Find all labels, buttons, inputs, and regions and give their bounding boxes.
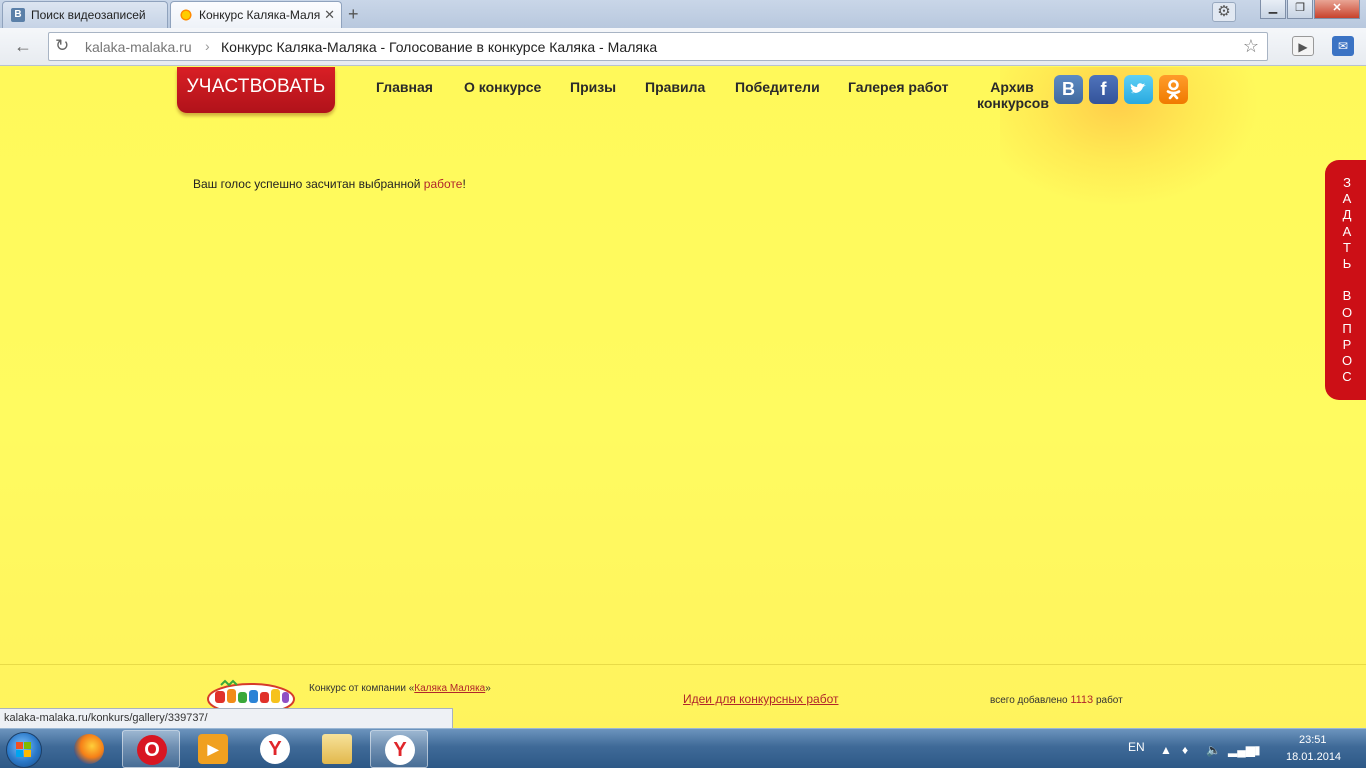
- start-button[interactable]: [6, 732, 42, 768]
- back-arrow-icon[interactable]: ←: [14, 36, 32, 56]
- close-window-button[interactable]: ✕: [1314, 0, 1360, 19]
- tray-expand-icon[interactable]: ▲: [1160, 743, 1172, 757]
- close-tab-icon[interactable]: ✕: [324, 2, 335, 28]
- works-count-prefix: всего добавлено: [990, 695, 1071, 706]
- footer-divider: [0, 664, 1366, 665]
- ask-question-label: ЗАДАТЬ ВОПРОС: [1341, 175, 1353, 386]
- menu-item-about[interactable]: О конкурсе: [464, 79, 541, 95]
- network-signal-icon[interactable]: ▂▄▆: [1228, 743, 1255, 757]
- footer-company-suffix: »: [485, 683, 491, 694]
- taskbar-yandex-browser-active[interactable]: Y: [370, 730, 428, 768]
- opera-icon: O: [137, 735, 167, 765]
- firefox-icon: [74, 734, 104, 764]
- menu-item-archive-line2: конкурсов: [977, 95, 1049, 111]
- windows-logo-icon: [16, 742, 32, 758]
- clock-time[interactable]: 23:51: [1299, 734, 1327, 746]
- works-count-suffix: работ: [1093, 695, 1123, 706]
- ask-question-letter: П: [1342, 320, 1352, 336]
- ideas-link[interactable]: Идеи для конкурсных работ: [683, 692, 839, 706]
- yandex-browser-icon: Y: [260, 734, 290, 764]
- clock-date[interactable]: 18.01.2014: [1286, 751, 1341, 763]
- works-count-value: 1113: [1070, 694, 1094, 706]
- ask-question-letter: Ь: [1342, 256, 1352, 272]
- browser-status-url: kalaka-malaka.ru/konkurs/gallery/339737/: [0, 708, 453, 729]
- taskbar-media-player[interactable]: ▶: [184, 730, 242, 768]
- browser-toolbar: ← ↻ kalaka-malaka.ru › Конкурс Каляка-Ма…: [0, 28, 1366, 66]
- address-bar[interactable]: ↻ kalaka-malaka.ru › Конкурс Каляка-Маля…: [48, 32, 1268, 61]
- settings-gear-icon[interactable]: ⚙: [1212, 2, 1236, 22]
- taskbar-opera[interactable]: O: [122, 730, 180, 768]
- menu-item-archive-line1: Архив: [990, 79, 1034, 95]
- ask-question-letter: А: [1342, 191, 1352, 207]
- extension-mail-icon[interactable]: ✉: [1332, 36, 1354, 56]
- company-link[interactable]: Каляка Маляка: [414, 683, 485, 694]
- sun-icon: [179, 8, 193, 22]
- menu-item-prizes[interactable]: Призы: [570, 79, 616, 95]
- menu-item-rules[interactable]: Правила: [645, 79, 705, 95]
- yandex-browser-icon: Y: [385, 735, 415, 765]
- vkontakte-icon[interactable]: B: [1054, 75, 1083, 104]
- works-count: всего добавлено 1113 работ: [990, 694, 1123, 706]
- ask-question-letter: В: [1342, 288, 1352, 304]
- ask-question-letter: З: [1343, 175, 1351, 190]
- ask-question-letter: Д: [1342, 207, 1352, 223]
- tab-label: Поиск видеозаписей: [31, 8, 146, 22]
- maximize-button[interactable]: ❐: [1287, 0, 1313, 19]
- vk-icon: B: [11, 8, 25, 22]
- twitter-icon[interactable]: [1124, 75, 1153, 104]
- footer-company-prefix: Конкурс от компании «: [309, 683, 415, 694]
- ask-question-tab[interactable]: ЗАДАТЬ ВОПРОС: [1325, 160, 1366, 400]
- windows-taskbar: O ▶ Y Y EN ▲ ♦ 🔈 ▂▄▆ ▮ 23:51 18.01.2014: [0, 728, 1366, 768]
- message-text: Ваш голос успешно засчитан выбранной: [193, 177, 424, 191]
- ask-question-letter: О: [1341, 353, 1353, 369]
- tab-contest[interactable]: Конкурс Каляка-Маля ✕: [170, 1, 342, 28]
- menu-item-home[interactable]: Главная: [376, 79, 433, 95]
- ask-question-letter: А: [1342, 223, 1352, 239]
- facebook-icon[interactable]: f: [1089, 75, 1118, 104]
- ask-question-letter: [1341, 272, 1353, 288]
- work-link[interactable]: работе: [424, 177, 463, 191]
- odnoklassniki-logo-icon: [1166, 79, 1181, 100]
- taskbar-explorer[interactable]: [308, 730, 366, 768]
- ask-question-letter: С: [1342, 369, 1352, 385]
- menu-item-gallery[interactable]: Галерея работ: [848, 79, 948, 95]
- media-player-icon: ▶: [198, 734, 228, 764]
- language-indicator[interactable]: EN: [1128, 740, 1145, 754]
- reload-icon[interactable]: ↻: [55, 36, 69, 56]
- bookmark-star-icon[interactable]: ☆: [1243, 36, 1259, 57]
- browser-tabstrip: B Поиск видеозаписей Конкурс Каляка-Маля…: [0, 0, 1366, 28]
- footer-company-text: Конкурс от компании «Каляка Маляка»: [309, 683, 491, 694]
- vote-success-message: Ваш голос успешно засчитан выбранной раб…: [193, 177, 466, 191]
- ask-question-letter: О: [1341, 304, 1353, 320]
- menu-item-archive[interactable]: Архив конкурсов: [977, 79, 1049, 111]
- tray-shield-icon[interactable]: ♦: [1182, 743, 1188, 757]
- taskbar-yandex-browser[interactable]: Y: [246, 730, 304, 768]
- new-tab-button[interactable]: +: [348, 3, 359, 25]
- participate-button[interactable]: УЧАСТВОВАТЬ: [177, 67, 335, 113]
- address-domain: kalaka-malaka.ru: [85, 39, 192, 55]
- twitter-bird-icon: [1130, 83, 1146, 94]
- ask-question-letter: Р: [1342, 337, 1352, 353]
- tab-video-search[interactable]: B Поиск видеозаписей: [2, 1, 168, 28]
- address-separator: ›: [205, 38, 210, 54]
- message-exclamation: !: [462, 177, 466, 191]
- tab-label: Конкурс Каляка-Маля: [199, 8, 321, 22]
- folder-icon: [322, 734, 352, 764]
- page-content: УЧАСТВОВАТЬ Главная О конкурсе Призы Пра…: [0, 67, 1366, 728]
- battery-icon[interactable]: ▮: [1254, 743, 1261, 757]
- ask-question-letter: Т: [1343, 239, 1351, 255]
- minimize-button[interactable]: ▁: [1260, 0, 1286, 19]
- menu-item-winners[interactable]: Победители: [735, 79, 820, 95]
- address-page-title: Конкурс Каляка-Маляка - Голосование в ко…: [221, 39, 658, 55]
- odnoklassniki-icon[interactable]: [1159, 75, 1188, 104]
- volume-icon[interactable]: 🔈: [1206, 743, 1221, 757]
- taskbar-firefox[interactable]: [60, 730, 118, 768]
- extension-play-icon[interactable]: ▶: [1292, 36, 1314, 56]
